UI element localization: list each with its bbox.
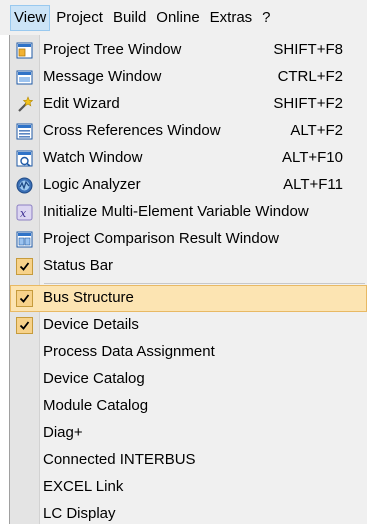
- menu-item-bus-structure[interactable]: Bus Structure: [10, 285, 367, 312]
- menu-item-excel-link[interactable]: EXCEL Link: [10, 474, 367, 501]
- watch-window-icon: [16, 150, 33, 167]
- menu-item-cross-references-window[interactable]: Cross References Window ALT+F2: [10, 118, 367, 145]
- menu-project[interactable]: Project: [52, 5, 107, 31]
- menu-item-label: Project Tree Window: [43, 41, 182, 58]
- menu-build[interactable]: Build: [109, 5, 150, 31]
- menu-item-label: Cross References Window: [43, 122, 221, 139]
- project-comparison-icon: [16, 231, 33, 248]
- menu-view[interactable]: View: [10, 4, 51, 31]
- initialize-variable-icon: x: [16, 204, 33, 221]
- menu-item-label: LC Display: [43, 505, 116, 522]
- menu-bar: View Project Build Online Extras ?: [0, 0, 367, 35]
- menu-item-shortcut: ALT+F11: [283, 176, 343, 193]
- menu-item-shortcut: SHIFT+F8: [273, 41, 343, 58]
- menu-help[interactable]: ?: [258, 5, 274, 31]
- menu-item-device-catalog[interactable]: Device Catalog: [10, 366, 367, 393]
- menu-item-label: Device Details: [43, 316, 139, 333]
- menu-item-status-bar[interactable]: Status Bar: [10, 253, 367, 280]
- menu-item-label: Bus Structure: [43, 289, 134, 306]
- menu-item-label: Module Catalog: [43, 397, 149, 414]
- view-dropdown-menu: Project Tree Window SHIFT+F8 Message Win…: [9, 35, 367, 524]
- cross-references-icon: [16, 123, 33, 140]
- menu-item-initialize-multi-element-variable-window[interactable]: x Initialize Multi-Element Variable Wind…: [10, 199, 367, 226]
- menu-item-label: Logic Analyzer: [43, 176, 141, 193]
- menu-item-shortcut: ALT+F2: [290, 122, 343, 139]
- menu-item-label: Device Catalog: [43, 370, 145, 387]
- menu-item-label: Diag+: [43, 424, 83, 441]
- menu-item-module-catalog[interactable]: Module Catalog: [10, 393, 367, 420]
- checkmark-icon: [16, 258, 33, 275]
- logic-analyzer-icon: [16, 177, 33, 194]
- menu-item-label: Project Comparison Result Window: [43, 230, 279, 247]
- checkmark-icon: [16, 317, 33, 334]
- menu-item-process-data-assignment[interactable]: Process Data Assignment: [10, 339, 367, 366]
- menu-item-shortcut: ALT+F10: [281, 149, 343, 166]
- menu-item-label: Edit Wizard: [43, 95, 120, 112]
- menu-item-watch-window[interactable]: Watch Window ALT+F10: [10, 145, 367, 172]
- menu-online[interactable]: Online: [152, 5, 203, 31]
- menu-item-device-details[interactable]: Device Details: [10, 312, 367, 339]
- menu-extras[interactable]: Extras: [206, 5, 257, 31]
- menu-separator: [44, 283, 365, 284]
- svg-text:x: x: [20, 207, 27, 220]
- menu-item-connected-interbus[interactable]: Connected INTERBUS: [10, 447, 367, 474]
- menu-item-project-tree-window[interactable]: Project Tree Window SHIFT+F8: [10, 37, 367, 64]
- menu-item-message-window[interactable]: Message Window CTRL+F2: [10, 64, 367, 91]
- menu-item-shortcut: SHIFT+F2: [273, 95, 343, 112]
- menu-item-label: Initialize Multi-Element Variable Window: [43, 203, 309, 220]
- message-window-icon: [16, 69, 33, 86]
- project-tree-icon: [16, 42, 33, 59]
- checkmark-icon: [16, 290, 33, 307]
- menu-item-label: Message Window: [43, 68, 162, 85]
- menu-item-shortcut: CTRL+F2: [277, 68, 343, 85]
- menu-item-label: EXCEL Link: [43, 478, 124, 495]
- wizard-wand-icon: [16, 96, 34, 113]
- menu-item-label: Watch Window: [43, 149, 143, 166]
- menu-item-edit-wizard[interactable]: Edit Wizard SHIFT+F2: [10, 91, 367, 118]
- menu-item-logic-analyzer[interactable]: Logic Analyzer ALT+F11: [10, 172, 367, 199]
- menu-item-label: Process Data Assignment: [43, 343, 215, 360]
- menu-item-project-comparison-result-window[interactable]: Project Comparison Result Window: [10, 226, 367, 253]
- menu-item-diag-plus[interactable]: Diag+: [10, 420, 367, 447]
- menu-item-label: Connected INTERBUS: [43, 451, 196, 468]
- menu-item-label: Status Bar: [43, 257, 114, 274]
